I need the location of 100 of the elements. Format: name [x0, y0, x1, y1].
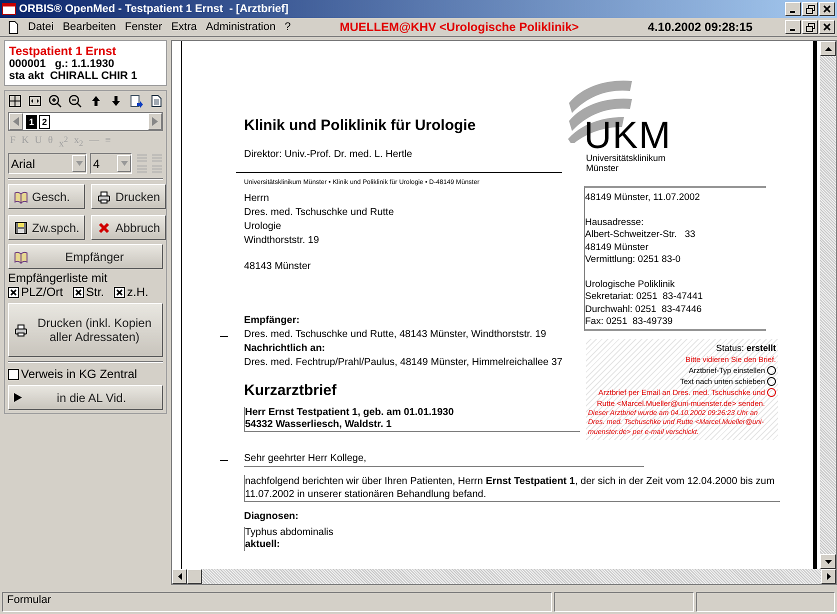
address-line: Urologie — [244, 220, 282, 234]
menu-item[interactable]: Bearbeiten — [62, 21, 116, 33]
close-button[interactable] — [819, 2, 835, 16]
page-tab[interactable]: 1 — [26, 114, 37, 128]
menu-item[interactable]: ? — [284, 21, 291, 33]
vertical-scrollbar[interactable] — [820, 41, 836, 569]
fit-width-icon[interactable] — [28, 94, 42, 108]
patient-station: sta akt CHIRALL CHIR 1 — [9, 70, 138, 82]
minimize-button[interactable] — [785, 20, 801, 34]
patient-id: 000001 g.: 1.1.1930 — [9, 58, 116, 70]
info-line: 48149 Münster, 11.07.2002 — [585, 192, 701, 204]
logo-initials: UKM — [584, 119, 672, 153]
address-line: Herrn — [244, 192, 270, 206]
diagnosis-line: Typhus abdominalis — [245, 527, 334, 539]
margin-mark — [220, 460, 228, 461]
zoom-in-icon[interactable] — [48, 94, 62, 108]
margin-mark — [220, 336, 228, 337]
info-line: Durchwahl: 0251 83-47446 — [585, 304, 703, 316]
action-button[interactable]: Gesch. — [8, 184, 86, 210]
checkbox[interactable]: Str. — [73, 285, 104, 300]
check-cross-icon — [116, 288, 124, 296]
radio-button[interactable] — [767, 366, 776, 374]
checkbox[interactable]: Verweis in KG Zentral — [8, 367, 163, 382]
status-text: Status: erstellt — [716, 342, 776, 354]
check-cross-icon — [75, 288, 82, 296]
cc-text: Dres. med. Fechtrup/Prahl/Paulus, 48149 Münster, Himmelreichallee 37 — [244, 356, 564, 370]
action-button[interactable]: Abbruch — [91, 215, 166, 240]
clinic-title: Klinik und Poliklinik für Urologie — [244, 117, 477, 134]
patient-name: Testpatient 1 Ernst — [9, 44, 118, 58]
close-button[interactable] — [819, 20, 835, 34]
logo-name: Universitätsklinikum — [586, 153, 667, 163]
document-icon[interactable] — [148, 94, 163, 108]
page-tab[interactable]: 2 — [39, 114, 50, 128]
recipient-text: Dres. med. Tschuschke und Rutte, 48143 Münster, Windthorststr. 19 — [244, 329, 546, 340]
next-page-button[interactable] — [148, 113, 162, 130]
intro-paragraph: nachfolgend berichten wir über Ihren Patienten, Herrn Ernst Testpatient 1, der sich in der Zeit vom 12.04.2000 bis zum 11.07.2002 in unserer stationären Behandlung befand. — [244, 475, 780, 502]
diagnoses-heading: Diagnosen: — [244, 510, 300, 524]
menu-item[interactable]: Datei — [28, 21, 54, 33]
info-line: 48149 Münster — [585, 242, 650, 254]
print-all-button[interactable]: Drucken (inkl. Kopien aller Adressaten) — [8, 303, 163, 358]
menu-item[interactable]: Administration — [206, 21, 276, 33]
checkbox[interactable]: z.H. — [114, 285, 148, 300]
check-cross-icon — [10, 288, 17, 296]
action-button[interactable]: Zw.spch. — [8, 215, 86, 240]
minimize-button[interactable] — [785, 2, 801, 16]
restore-button[interactable] — [802, 2, 818, 16]
book-icon — [14, 190, 28, 204]
info-line: Sekretariat: 0251 83-47441 — [585, 291, 704, 304]
address-line: 48143 Münster — [244, 260, 312, 274]
radio-button[interactable] — [767, 388, 776, 396]
info-line: Hausadresse: — [585, 216, 645, 229]
horizontal-scrollbar[interactable] — [172, 569, 836, 584]
font-select[interactable]: Arial — [8, 153, 87, 174]
triangle-right-icon — [152, 117, 158, 126]
info-line: Vermittlung: 0251 83-0 — [585, 254, 682, 266]
director-line: Direktor: Univ.-Prof. Dr. med. L. Hertle — [244, 149, 414, 162]
patient-line: Herr Ernst Testpatient 1, geb. am 01.01.1930 — [245, 407, 455, 419]
grid-icon[interactable] — [8, 94, 22, 108]
triangle-up-icon — [824, 46, 832, 50]
page-arrow-icon[interactable] — [128, 94, 143, 108]
scroll-left-button[interactable] — [172, 569, 187, 584]
menu-item[interactable]: Fenster — [124, 21, 162, 33]
recipients-button[interactable]: Empfänger — [8, 244, 163, 270]
document-icon — [8, 20, 19, 34]
window-icon — [2, 3, 16, 15]
diagnosis-line: aktuell: — [245, 539, 282, 551]
info-line: Albert-Schweitzer-Str. 33 — [585, 229, 696, 242]
caret-icon — [120, 160, 128, 168]
info-line: Fax: 0251 83-49739 — [585, 316, 674, 328]
salutation: Sehr geehrter Herr Kollege, — [244, 453, 366, 464]
logo-name: Münster — [586, 163, 620, 173]
patient-line: 54332 Wasserliesch, Waldstr. 1 — [245, 419, 393, 431]
close-icon — [823, 23, 831, 31]
restore-button[interactable] — [802, 20, 818, 34]
action-button[interactable]: Drucken — [91, 184, 166, 210]
window-title: ORBIS® OpenMed - Testpatient 1 Ernst - [Arztbrief] — [19, 3, 288, 15]
play-icon — [14, 393, 22, 402]
book-icon — [14, 250, 28, 264]
previous-page-button[interactable] — [9, 113, 23, 130]
letter-type: Kurzarztbrief — [244, 382, 338, 399]
recipient-list-label: Empfängerliste mit — [8, 271, 108, 286]
triangle-left-icon — [178, 573, 182, 580]
date-time: 4.10.2002 09:28:15 — [648, 20, 753, 34]
status-text: Formular — [2, 592, 552, 612]
radio-button[interactable] — [767, 376, 776, 386]
menu-item[interactable]: Extra — [171, 21, 197, 33]
triangle-right-icon — [826, 573, 830, 580]
cc-heading: Nachrichtlich an: — [244, 342, 326, 356]
recipient-heading: Empfänger: — [244, 314, 301, 328]
scroll-down-button[interactable] — [820, 554, 836, 569]
checkbox[interactable]: PLZ/Ort — [8, 285, 64, 300]
address-line: Dres. med. Tschuschke und Rutte — [244, 206, 395, 220]
size-select[interactable]: 4 — [90, 153, 132, 174]
scroll-right-button[interactable] — [821, 569, 836, 584]
zoom-out-icon[interactable] — [68, 94, 82, 108]
address-line: Windthorststr. 19 — [244, 234, 320, 248]
scroll-thumb[interactable] — [187, 569, 202, 584]
printer-icon — [14, 323, 28, 338]
al-button[interactable]: in die AL Vid. — [8, 385, 163, 410]
scroll-up-button[interactable] — [820, 41, 836, 56]
